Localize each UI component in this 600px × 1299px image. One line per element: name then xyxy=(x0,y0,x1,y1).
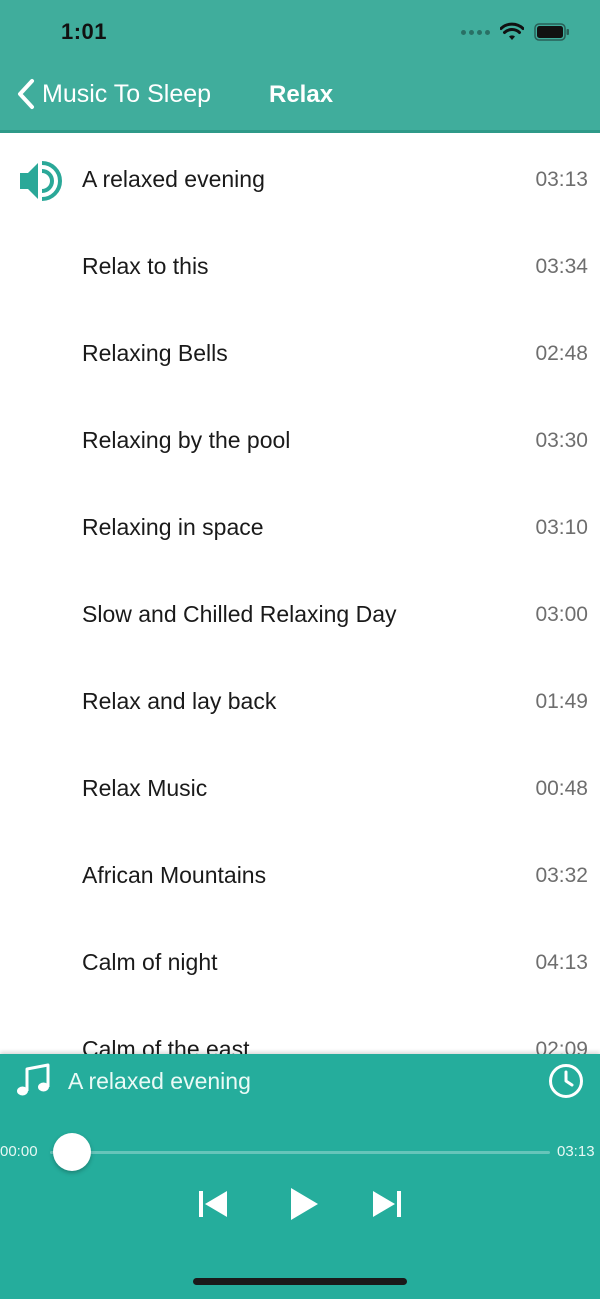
header: 1:01 Music To Sleep Relax xyxy=(0,0,600,133)
track-duration: 00:48 xyxy=(535,777,588,800)
track-title: Relaxing Bells xyxy=(82,340,228,366)
home-indicator xyxy=(193,1278,407,1285)
track-row[interactable]: A relaxed evening 03:13 xyxy=(0,136,600,223)
elapsed-time: 00:00 xyxy=(0,1143,38,1160)
now-playing-title: A relaxed evening xyxy=(68,1068,251,1094)
track-title: Slow and Chilled Relaxing Day xyxy=(82,601,397,627)
chevron-left-icon xyxy=(18,79,34,109)
total-time: 03:13 xyxy=(557,1143,595,1160)
track-duration: 03:13 xyxy=(535,168,588,191)
track-duration: 03:32 xyxy=(535,864,588,887)
track-list[interactable]: A relaxed evening 03:13 Relax to this 03… xyxy=(0,136,600,1054)
track-duration: 02:48 xyxy=(535,342,588,365)
track-title: Relaxing in space xyxy=(82,514,264,540)
skip-next-icon[interactable] xyxy=(367,1184,407,1224)
status-time: 1:01 xyxy=(61,19,108,44)
battery-icon xyxy=(534,23,569,41)
track-duration: 03:00 xyxy=(535,603,588,626)
play-icon[interactable] xyxy=(283,1184,323,1224)
track-duration: 01:49 xyxy=(535,690,588,713)
track-row[interactable]: African Mountains 03:32 xyxy=(0,832,600,919)
track-title: A relaxed evening xyxy=(82,166,265,192)
track-row[interactable]: Relax and lay back 01:49 xyxy=(0,658,600,745)
back-label: Music To Sleep xyxy=(42,79,212,108)
track-row[interactable]: Relaxing by the pool 03:30 xyxy=(0,397,600,484)
track-row[interactable]: Relax to this 03:34 xyxy=(0,223,600,310)
track-title: Calm of night xyxy=(82,949,218,975)
signal-dots-icon xyxy=(461,29,490,35)
track-title: Relaxing by the pool xyxy=(82,427,291,453)
track-row[interactable]: Slow and Chilled Relaxing Day 03:00 xyxy=(0,571,600,658)
music-note-icon xyxy=(17,1063,50,1096)
track-duration: 04:13 xyxy=(535,951,588,974)
speaker-icon xyxy=(20,161,62,201)
progress-slider[interactable] xyxy=(50,1151,550,1154)
track-row[interactable]: Relaxing in space 03:10 xyxy=(0,484,600,571)
back-button[interactable]: Music To Sleep xyxy=(16,78,211,110)
track-row[interactable]: Calm of night 04:13 xyxy=(0,919,600,1006)
track-title: African Mountains xyxy=(82,862,267,888)
track-duration: 03:10 xyxy=(535,516,588,539)
wifi-icon xyxy=(500,22,524,40)
track-title: Relax Music xyxy=(82,775,208,801)
track-title: Relax and lay back xyxy=(82,688,277,714)
track-title: Relax to this xyxy=(82,253,209,279)
track-row[interactable]: Calm of the east 02:09 xyxy=(0,1006,600,1054)
track-row[interactable]: Relaxing Bells 02:48 xyxy=(0,310,600,397)
track-row[interactable]: Relax Music 00:48 xyxy=(0,745,600,832)
slider-thumb[interactable] xyxy=(53,1133,91,1171)
status-icons xyxy=(461,22,570,42)
clock-icon[interactable] xyxy=(548,1063,584,1099)
track-duration: 03:34 xyxy=(535,255,588,278)
track-duration: 03:30 xyxy=(535,429,588,452)
page-title: Relax xyxy=(269,81,334,108)
track-title: Calm of the east xyxy=(82,1036,250,1054)
track-duration: 02:09 xyxy=(535,1038,588,1054)
skip-previous-icon[interactable] xyxy=(193,1184,233,1224)
mini-player: A relaxed evening 00:00 03:13 xyxy=(0,1054,600,1299)
